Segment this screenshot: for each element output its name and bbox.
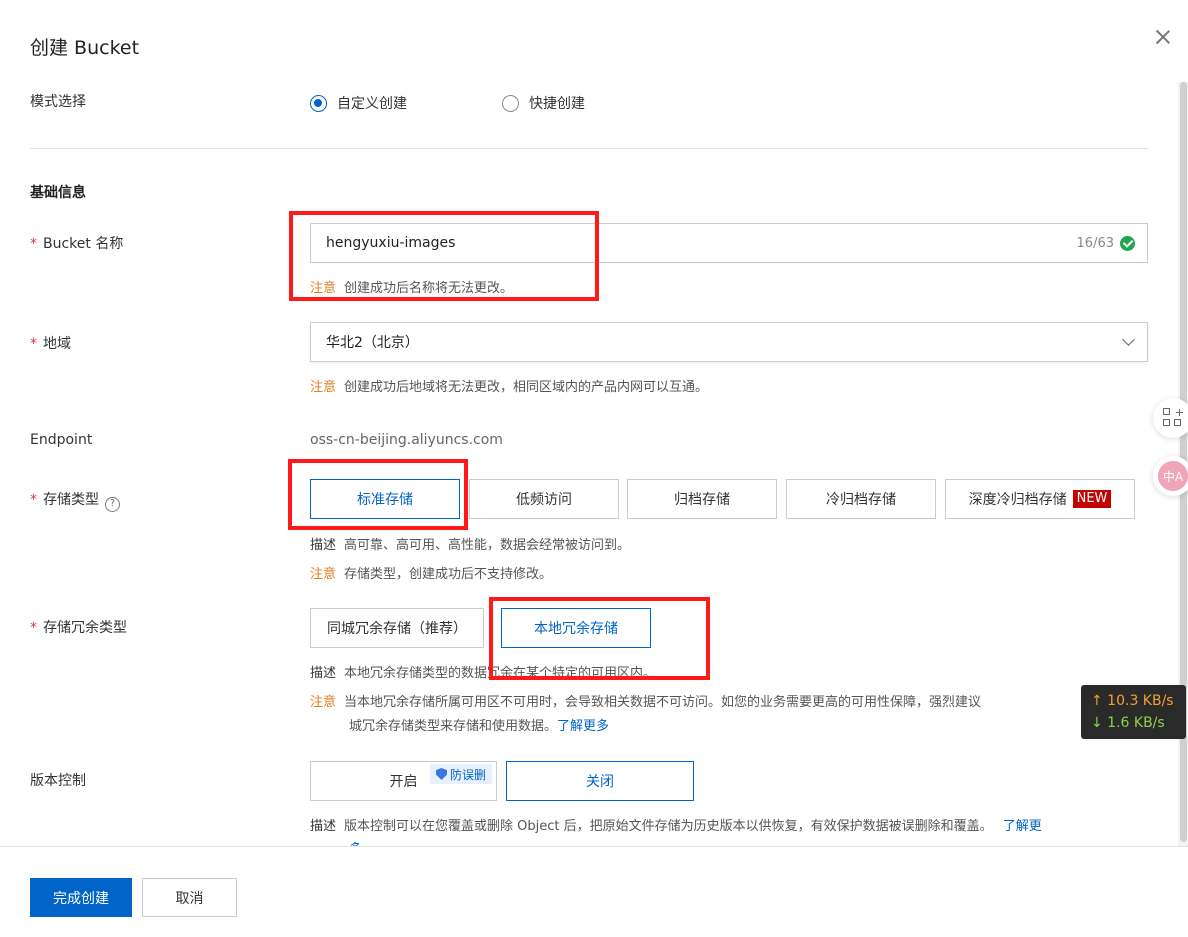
note-text: 创建成功后名称将无法更改。: [344, 281, 514, 296]
note-tag: 注意: [310, 380, 337, 395]
mode-radio-custom[interactable]: 自定义创建: [310, 93, 407, 113]
divider: [30, 148, 1148, 149]
check-circle-icon: [1120, 235, 1135, 251]
bucket-name-label-text: Bucket 名称: [43, 236, 124, 252]
note-text: 当本地冗余存储所属可用区不可用时，会导致相关数据不可访问。如您的业务需要更高的可…: [344, 695, 982, 710]
anti-delete-label: 防误删: [450, 767, 487, 782]
dialog-title: 创建 Bucket: [30, 37, 140, 59]
cancel-button[interactable]: 取消: [142, 878, 237, 917]
char-counter: 16/63: [1076, 235, 1114, 251]
storage-option-deep-cold-archive[interactable]: 深度冷归档存储 NEW: [945, 479, 1135, 519]
storage-class-label-text: 存储类型: [43, 492, 99, 508]
region-label: * 地域: [30, 333, 71, 353]
region-note: 注意 创建成功后地域将无法更改，相同区域内的产品内网可以互通。: [310, 376, 708, 395]
redundancy-label: * 存储冗余类型: [30, 617, 127, 637]
storage-class-label: * 存储类型?: [30, 489, 120, 512]
storage-option-archive[interactable]: 归档存储: [627, 479, 777, 519]
chevron-down-icon: [1122, 333, 1135, 346]
versioning-desc: 描述 版本控制可以在您覆盖或删除 Object 后，把原始文件存储为历史版本以供恢…: [310, 815, 1042, 834]
storage-option-ia[interactable]: 低频访问: [469, 479, 619, 519]
redundancy-label-text: 存储冗余类型: [43, 620, 127, 636]
versioning-desc-overflow: 多: [349, 838, 362, 846]
storage-option-standard[interactable]: 标准存储: [310, 479, 460, 519]
mode-radio-quick[interactable]: 快捷创建: [502, 93, 585, 113]
learn-more-link[interactable]: 了解更: [1003, 819, 1042, 834]
section-title-basic: 基础信息: [30, 185, 86, 201]
redundancy-note-line2: 城冗余存储类型来存储和使用数据。了解更多: [349, 715, 609, 734]
radio-unchecked-icon: [502, 94, 519, 112]
versioning-option-label: 开启: [389, 774, 418, 790]
storage-class-desc: 描述 高可靠、高可用、高性能，数据会经常被访问到。: [310, 534, 630, 553]
anti-delete-badge: 防误删: [430, 764, 493, 784]
bucket-name-note: 注意 创建成功后名称将无法更改。: [310, 277, 513, 296]
submit-button[interactable]: 完成创建: [30, 878, 132, 917]
network-speed-widget: ↑ 10.3 KB/s ↓ 1.6 KB/s: [1081, 685, 1186, 739]
translate-float-button[interactable]: 中A: [1153, 456, 1188, 496]
download-speed: ↓ 1.6 KB/s: [1091, 715, 1165, 731]
desc-tag: 描述: [310, 538, 337, 553]
mode-label: 模式选择: [30, 94, 86, 110]
close-icon[interactable]: [1152, 26, 1174, 48]
note-text: 创建成功后地域将无法更改，相同区域内的产品内网可以互通。: [344, 380, 709, 395]
bucket-name-label: * Bucket 名称: [30, 233, 123, 253]
note-tag: 注意: [310, 567, 337, 582]
storage-option-cold-archive[interactable]: 冷归档存储: [786, 479, 936, 519]
help-icon[interactable]: ?: [105, 497, 120, 512]
redundancy-option-zrs[interactable]: 同城冗余存储（推荐）: [310, 608, 484, 648]
region-label-text: 地域: [43, 336, 71, 352]
redundancy-desc: 描述 本地冗余存储类型的数据冗余在某个特定的可用区内。: [310, 662, 656, 681]
note-tag: 注意: [310, 281, 337, 296]
shield-icon: [436, 768, 447, 780]
learn-more-link[interactable]: 了解更多: [557, 719, 609, 734]
mode-option-label: 快捷创建: [529, 96, 585, 112]
versioning-option-off[interactable]: 关闭: [506, 761, 694, 801]
footer-divider: [0, 846, 1188, 847]
endpoint-value: oss-cn-beijing.aliyuncs.com: [310, 432, 503, 448]
desc-tag: 描述: [310, 819, 337, 834]
grid-plus-icon: [1163, 408, 1183, 428]
apps-float-button[interactable]: [1153, 398, 1188, 438]
bucket-name-input[interactable]: hengyuxiu-images 16/63: [310, 223, 1148, 263]
note-tag: 注意: [310, 695, 337, 710]
required-mark: *: [30, 336, 37, 352]
desc-text: 本地冗余存储类型的数据冗余在某个特定的可用区内。: [344, 666, 657, 681]
versioning-label: 版本控制: [30, 773, 86, 789]
desc-text: 高可靠、高可用、高性能，数据会经常被访问到。: [344, 538, 631, 553]
endpoint-label: Endpoint: [30, 432, 93, 448]
required-mark: *: [30, 236, 37, 252]
translate-icon: 中A: [1158, 461, 1188, 491]
region-select[interactable]: 华北2（北京）: [310, 322, 1148, 362]
note-text: 城冗余存储类型来存储和使用数据。: [349, 719, 558, 734]
redundancy-note: 注意 当本地冗余存储所属可用区不可用时，会导致相关数据不可访问。如您的业务需要更高…: [310, 691, 981, 710]
region-value: 华北2（北京）: [326, 335, 419, 351]
required-mark: *: [30, 620, 37, 636]
storage-option-label: 深度冷归档存储: [968, 492, 1067, 508]
mode-option-label: 自定义创建: [337, 96, 407, 112]
desc-text: 版本控制可以在您覆盖或删除 Object 后，把原始文件存储为历史版本以供恢复，…: [344, 819, 993, 834]
bucket-name-value: hengyuxiu-images: [326, 235, 456, 251]
note-text: 存储类型，创建成功后不支持修改。: [344, 567, 553, 582]
required-mark: *: [30, 492, 37, 508]
radio-checked-icon: [310, 94, 327, 112]
desc-tag: 描述: [310, 666, 337, 681]
redundancy-option-lrs[interactable]: 本地冗余存储: [501, 608, 651, 648]
upload-speed: ↑ 10.3 KB/s: [1091, 693, 1174, 709]
storage-class-note: 注意 存储类型，创建成功后不支持修改。: [310, 563, 552, 582]
new-badge: NEW: [1072, 490, 1112, 508]
